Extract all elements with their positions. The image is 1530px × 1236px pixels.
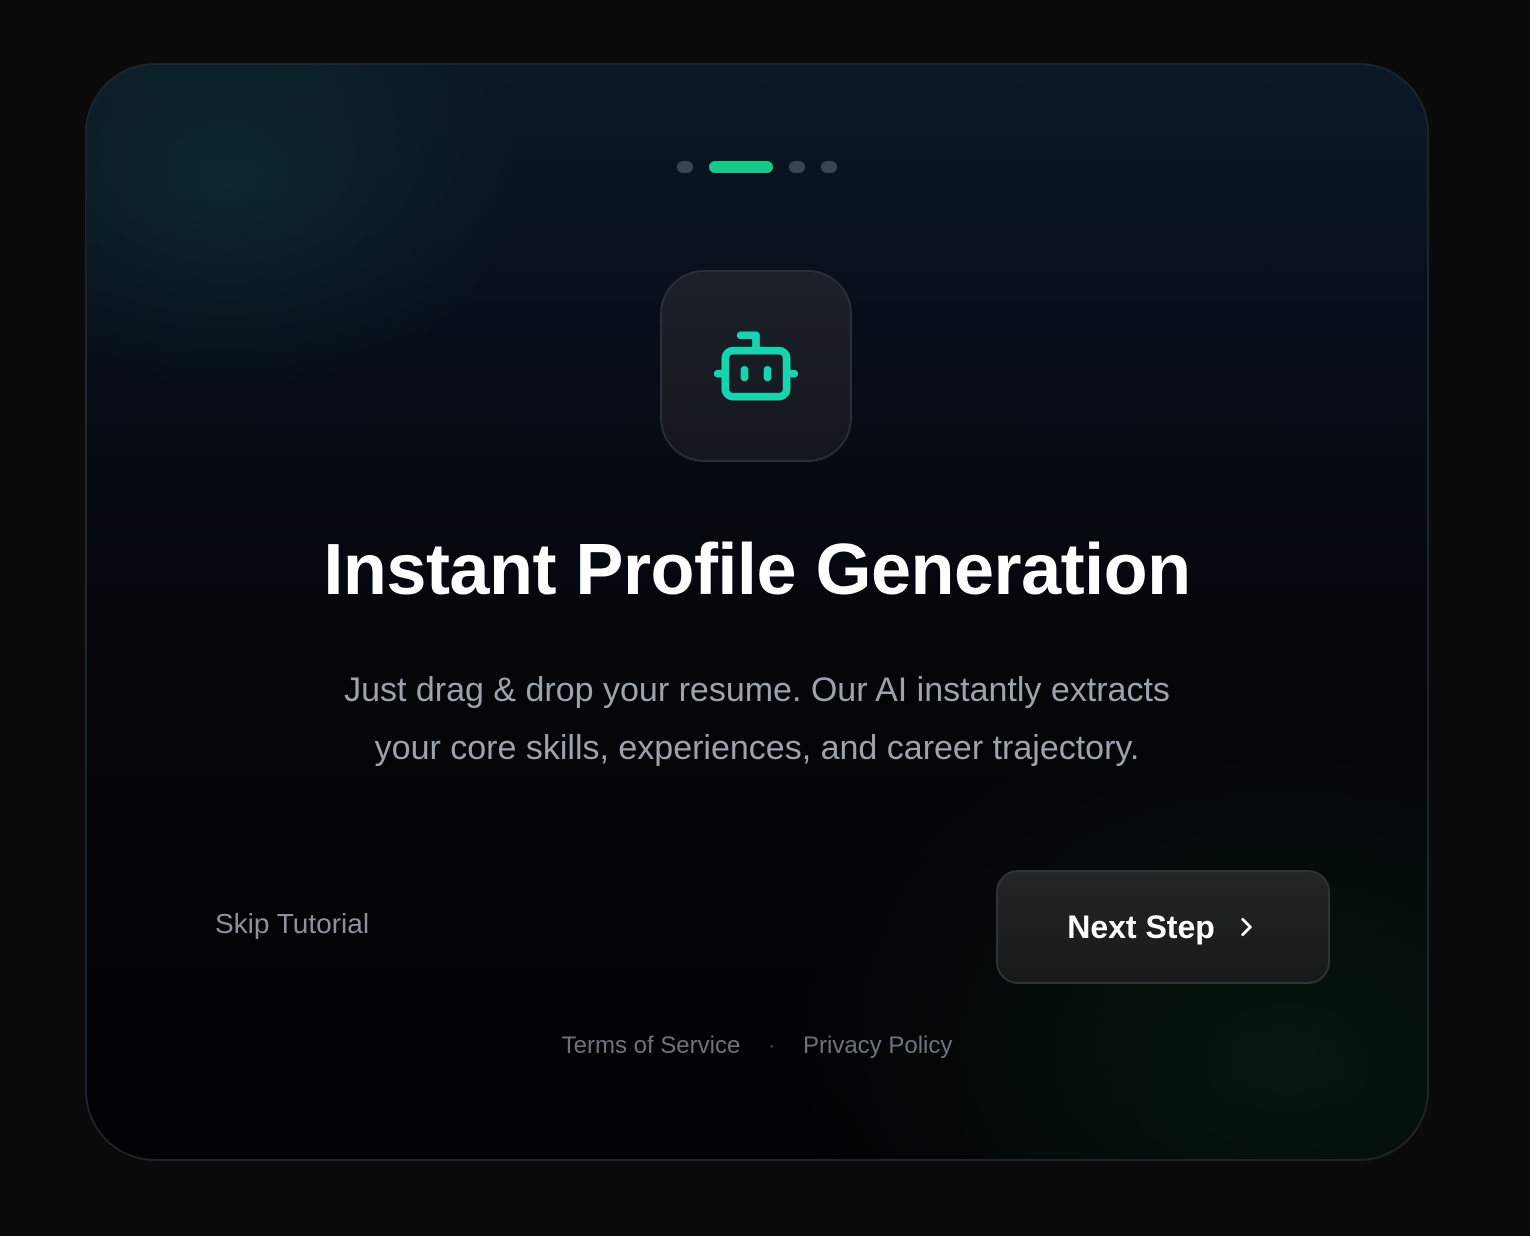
page-title: Instant Profile Generation (323, 530, 1191, 610)
page: Instant Profile Generation Just drag & d… (0, 0, 1530, 1236)
step-dot-3[interactable] (789, 161, 805, 173)
onboarding-card: Instant Profile Generation Just drag & d… (85, 63, 1429, 1161)
footer-links: Terms of Service · Privacy Policy (87, 1032, 1427, 1060)
feature-icon-tile (660, 270, 852, 462)
footer-separator: · (768, 1034, 775, 1057)
feature-description: Just drag & drop your resume. Our AI ins… (344, 671, 1170, 767)
chevron-right-icon (1241, 918, 1252, 936)
next-step-button[interactable]: Next Step (996, 870, 1330, 984)
step-indicator (87, 161, 1427, 173)
step-dot-1[interactable] (677, 161, 693, 173)
skip-tutorial-button[interactable]: Skip Tutorial (215, 908, 369, 940)
step-dot-4[interactable] (821, 161, 837, 173)
step-dot-2-active[interactable] (709, 161, 773, 173)
privacy-policy-link[interactable]: Privacy Policy (803, 1032, 952, 1060)
terms-of-service-link[interactable]: Terms of Service (562, 1032, 741, 1060)
next-step-label: Next Step (1067, 908, 1215, 945)
robot-icon (713, 331, 799, 401)
